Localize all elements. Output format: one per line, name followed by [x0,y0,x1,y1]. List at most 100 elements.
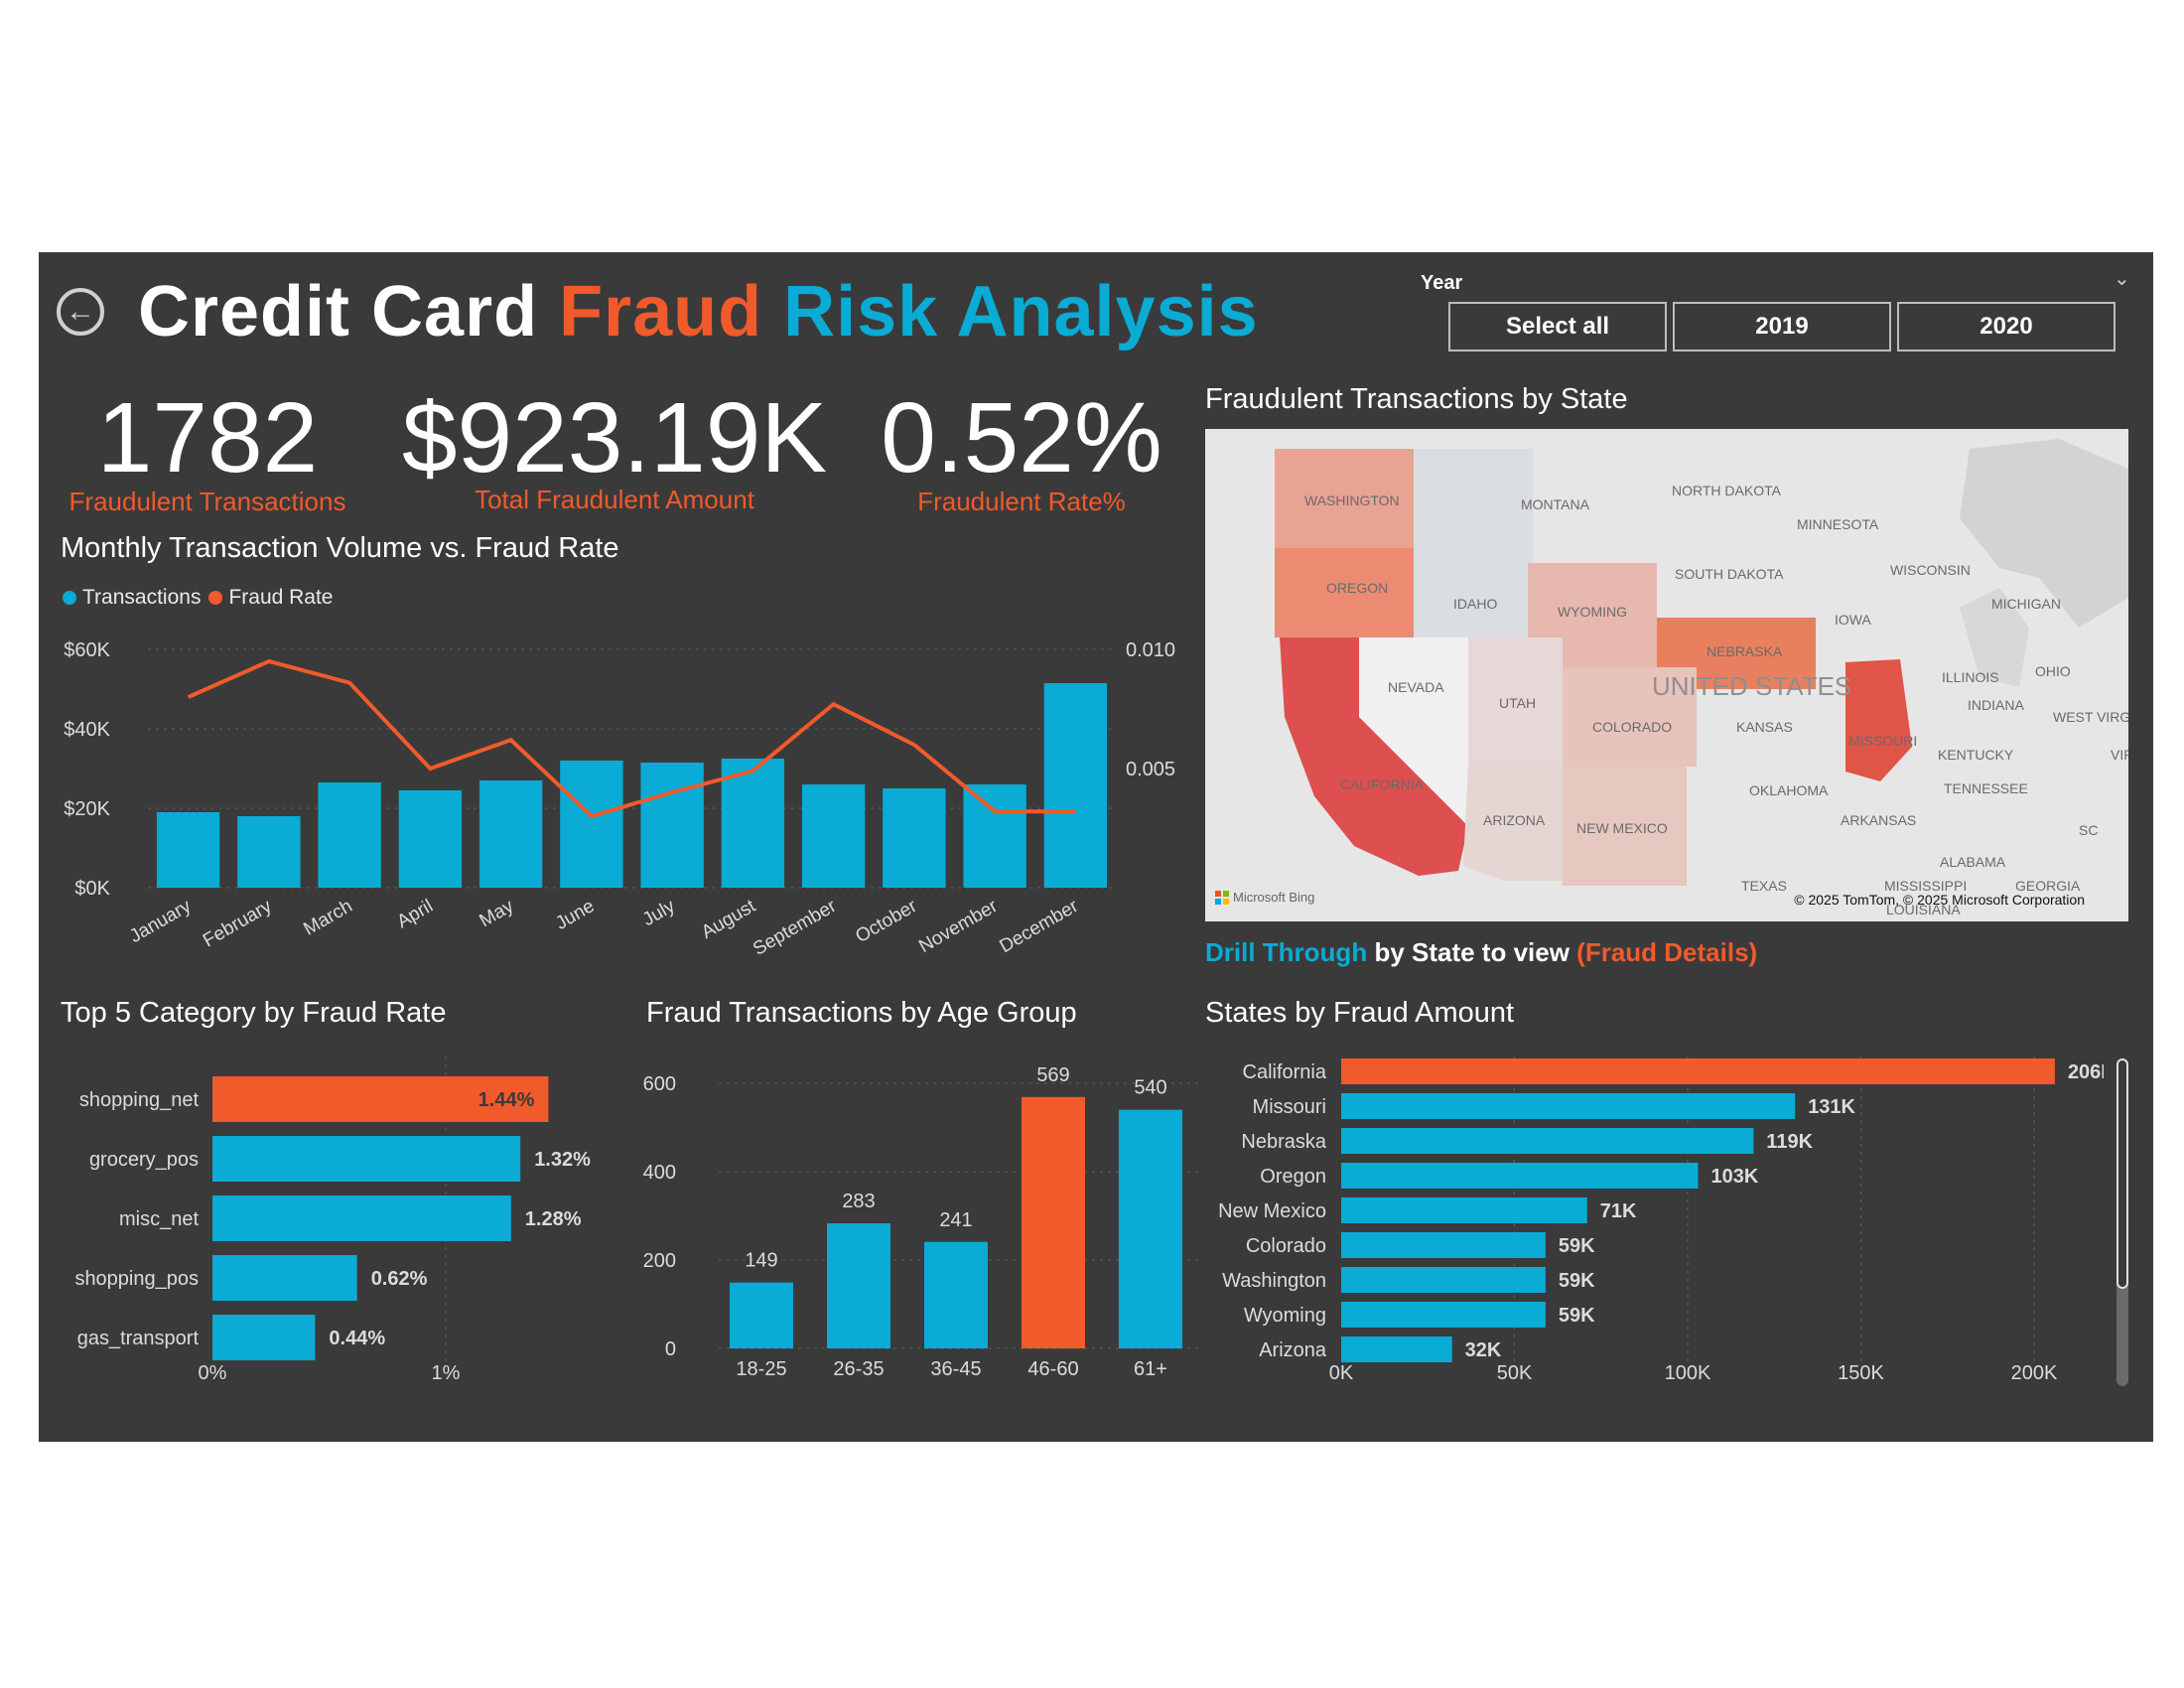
map-title: Fraudulent Transactions by State [1205,383,1628,415]
map-attribution: © 2025 TomTom, © 2025 Microsoft Corporat… [1794,892,2085,908]
state-label: New Mexico [1218,1200,1326,1222]
year-option-select-all[interactable]: Select all [1448,302,1667,352]
kpi-total-amount-value: $923.19K [401,382,828,493]
y-tick-label: $0K [74,878,110,900]
state-bar [1341,1336,1452,1362]
transactions-bar [237,816,301,888]
age-bar [1022,1096,1085,1348]
transactions-bar [560,761,623,888]
transactions-bar [883,788,946,888]
title-part-credit-card: Credit Card [138,272,539,352]
x-tick-label: February [200,896,276,951]
transactions-bar [640,763,704,888]
map-label: VIR [2111,747,2128,763]
transactions-bar [318,782,381,888]
map-label: MISSOURI [1848,733,1918,749]
page-title: Credit Card Fraud Risk Analysis [138,271,1259,352]
map-label: KENTUCKY [1938,747,2014,763]
map-label: OKLAHOMA [1749,782,1829,798]
category-value-label: 1.44% [478,1089,535,1111]
state-value-label: 59K [1559,1235,1595,1257]
age-bar [730,1282,793,1348]
category-bar [212,1315,316,1360]
year-option-2020[interactable]: 2020 [1897,302,2116,352]
monthly-chart-legend: Transactions Fraud Rate [63,586,334,610]
map-label: TENNESSEE [1944,780,2028,796]
state-value-label: 119K [1766,1131,1813,1153]
drill-through-details: (Fraud Details) [1576,937,1758,967]
x-tick-label: July [639,896,679,930]
category-label: shopping_pos [74,1268,199,1290]
category-bar [212,1255,357,1301]
map-label: NEVADA [1388,679,1444,695]
legend-label-fraud-rate: Fraud Rate [228,586,334,609]
map-label: MICHIGAN [1991,596,2061,612]
kpi-fraud-rate-label: Fraudulent Rate% [917,487,1126,516]
category-value-label: 0.44% [329,1328,385,1349]
y-tick-label: $60K [64,639,110,661]
state-label: Oregon [1260,1166,1326,1188]
age-value-label: 241 [939,1209,972,1231]
age-chart: 0 200 400 600 149 18-25 283 26-35 241 36-45 569 46-… [643,1064,1200,1380]
state-value-label: 59K [1559,1270,1595,1292]
y-tick-label: 200 [643,1250,676,1272]
y-tick-label: 400 [643,1162,676,1184]
dashboard: ← Credit Card Fraud Risk Analysis Year ⌄… [39,252,2153,1442]
map-label: NEW MEXICO [1576,820,1668,836]
state-bar [1341,1232,1546,1258]
chevron-down-icon[interactable]: ⌄ [2114,266,2130,291]
back-arrow-icon[interactable]: ← [57,288,104,336]
map-label: MINNESOTA [1797,516,1879,532]
fraud-by-state-map[interactable]: WASHINGTON MONTANA NORTH DAKOTA MINNESOT… [1205,429,2128,921]
state-bar [1341,1302,1546,1328]
category-bar [212,1136,521,1182]
x-tick-label: December [996,896,1082,957]
x-tick-label: 50K [1497,1362,1533,1384]
state-label: Colorado [1246,1235,1326,1257]
category-value-label: 0.62% [371,1268,428,1290]
category-chart-title: Top 5 Category by Fraud Rate [61,997,447,1029]
map-label: NEBRASKA [1706,643,1783,659]
transactions-bar [398,790,463,888]
category-value-label: 1.32% [534,1149,591,1171]
map-label: ARIZONA [1483,812,1546,828]
state-label: Arizona [1259,1339,1327,1361]
title-part-risk-analysis: Risk Analysis [783,272,1259,352]
microsoft-logo-icon [1215,890,1229,905]
transactions-bar [801,784,866,888]
state-value-label: 131K [1808,1096,1855,1118]
map-label: NORTH DAKOTA [1672,483,1781,498]
year-option-2019[interactable]: 2019 [1673,302,1891,352]
y2-tick-label: 0.010 [1126,639,1175,661]
x-tick-label: 26-35 [833,1358,884,1380]
state-value-label: 32K [1465,1339,1502,1361]
x-tick-label: October [852,896,921,947]
map-label: ALABAMA [1940,854,2006,870]
transactions-bar [156,812,220,888]
legend-dot-fraud-rate [208,591,223,605]
map-label: WYOMING [1558,604,1627,620]
map-label: COLORADO [1592,719,1673,735]
kpi-fraud-transactions-label: Fraudulent Transactions [68,487,346,516]
kpi-total-amount-label: Total Fraudulent Amount [475,485,754,514]
map-label: ILLINOIS [1942,669,1999,685]
y-tick-label: $40K [64,719,110,741]
state-label: California [1243,1061,1327,1083]
y-tick-label: $20K [64,798,110,820]
legend-dot-transactions [63,591,76,605]
states-chart-scroll-thumb[interactable] [2116,1058,2128,1289]
transactions-bar [478,780,543,888]
age-bar [827,1223,890,1348]
age-value-label: 149 [745,1250,777,1272]
state-label: Missouri [1253,1096,1326,1118]
map-label: INDIANA [1968,697,2024,713]
map-label: MONTANA [1521,496,1589,512]
map-bing-logo: Microsoft Bing [1215,890,1314,905]
map-label: IOWA [1835,612,1871,628]
age-bar [924,1241,988,1348]
state-value-label: 71K [1600,1200,1637,1222]
category-chart: shopping_net 1.44% grocery_pos 1.32% misc_ne… [74,1056,591,1384]
state-label: Wyoming [1244,1305,1326,1327]
drill-through-middle: by State to view [1374,937,1570,967]
year-slicer-label: Year [1421,272,1463,294]
